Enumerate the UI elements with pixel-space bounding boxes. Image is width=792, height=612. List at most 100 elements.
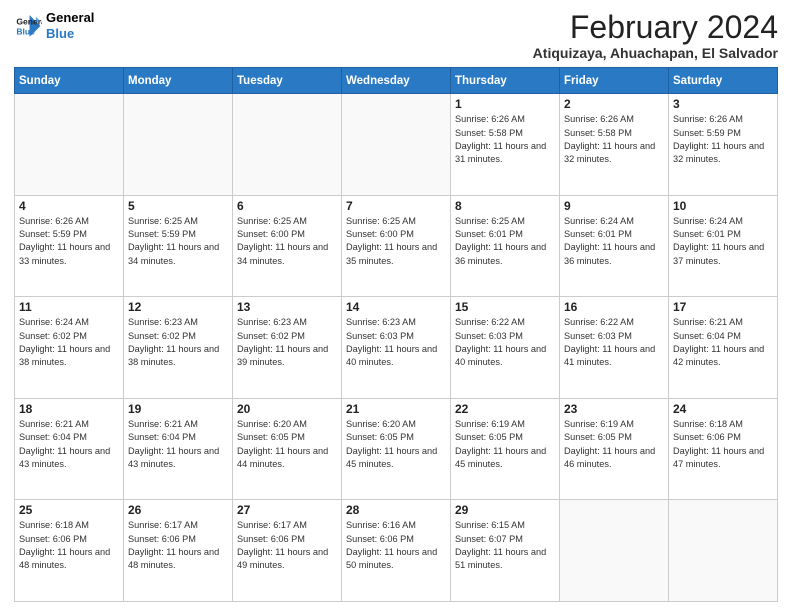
day-info: Sunrise: 6:23 AM Sunset: 6:03 PM Dayligh…	[346, 316, 446, 369]
day-number: 5	[128, 199, 228, 213]
day-info: Sunrise: 6:26 AM Sunset: 5:59 PM Dayligh…	[673, 113, 773, 166]
header-right: February 2024 Atiquizaya, Ahuachapan, El…	[533, 10, 778, 61]
calendar-header-row: SundayMondayTuesdayWednesdayThursdayFrid…	[15, 68, 778, 94]
calendar-cell: 24 Sunrise: 6:18 AM Sunset: 6:06 PM Dayli…	[669, 398, 778, 500]
calendar-cell: 17Sunrise: 6:21 AM Sunset: 6:04 PM Dayli…	[669, 297, 778, 399]
calendar-cell: 4 Sunrise: 6:26 AM Sunset: 5:59 PM Daylig…	[15, 195, 124, 297]
day-info: Sunrise: 6:17 AM Sunset: 6:06 PM Dayligh…	[237, 519, 337, 572]
calendar-header-monday: Monday	[124, 68, 233, 94]
day-info: Sunrise: 6:19 AM Sunset: 6:05 PM Dayligh…	[455, 418, 555, 471]
calendar-cell: 25 Sunrise: 6:18 AM Sunset: 6:06 PM Dayli…	[15, 500, 124, 602]
calendar-week-row: 25 Sunrise: 6:18 AM Sunset: 6:06 PM Dayli…	[15, 500, 778, 602]
calendar-header-saturday: Saturday	[669, 68, 778, 94]
calendar-cell: 11 Sunrise: 6:24 AM Sunset: 6:02 PM Dayli…	[15, 297, 124, 399]
calendar-week-row: 11 Sunrise: 6:24 AM Sunset: 6:02 PM Dayli…	[15, 297, 778, 399]
calendar-cell: 5 Sunrise: 6:25 AM Sunset: 5:59 PM Daylig…	[124, 195, 233, 297]
day-info: Sunrise: 6:15 AM Sunset: 6:07 PM Dayligh…	[455, 519, 555, 572]
day-number: 29	[455, 503, 555, 517]
logo-text: General Blue	[46, 10, 94, 41]
day-number: 22	[455, 402, 555, 416]
calendar-cell	[124, 94, 233, 196]
calendar-cell: 8Sunrise: 6:25 AM Sunset: 6:01 PM Daylig…	[451, 195, 560, 297]
calendar-cell: 2Sunrise: 6:26 AM Sunset: 5:58 PM Daylig…	[560, 94, 669, 196]
day-number: 2	[564, 97, 664, 111]
day-number: 12	[128, 300, 228, 314]
day-number: 21	[346, 402, 446, 416]
calendar-cell: 1 Sunrise: 6:26 AM Sunset: 5:58 PM Daylig…	[451, 94, 560, 196]
day-info: Sunrise: 6:21 AM Sunset: 6:04 PM Dayligh…	[19, 418, 119, 471]
logo-icon: General Blue	[14, 12, 42, 40]
day-number: 7	[346, 199, 446, 213]
day-number: 14	[346, 300, 446, 314]
day-info: Sunrise: 6:22 AM Sunset: 6:03 PM Dayligh…	[564, 316, 664, 369]
logo-line2: Blue	[46, 26, 94, 42]
calendar-cell: 22 Sunrise: 6:19 AM Sunset: 6:05 PM Dayli…	[451, 398, 560, 500]
calendar-cell: 9 Sunrise: 6:24 AM Sunset: 6:01 PM Daylig…	[560, 195, 669, 297]
calendar-week-row: 4 Sunrise: 6:26 AM Sunset: 5:59 PM Daylig…	[15, 195, 778, 297]
day-number: 13	[237, 300, 337, 314]
day-number: 1	[455, 97, 555, 111]
calendar-cell: 26 Sunrise: 6:17 AM Sunset: 6:06 PM Dayli…	[124, 500, 233, 602]
day-info: Sunrise: 6:20 AM Sunset: 6:05 PM Dayligh…	[346, 418, 446, 471]
calendar-cell: 6 Sunrise: 6:25 AM Sunset: 6:00 PM Daylig…	[233, 195, 342, 297]
calendar-cell: 21 Sunrise: 6:20 AM Sunset: 6:05 PM Dayli…	[342, 398, 451, 500]
calendar-cell: 13 Sunrise: 6:23 AM Sunset: 6:02 PM Dayli…	[233, 297, 342, 399]
calendar-cell: 23 Sunrise: 6:19 AM Sunset: 6:05 PM Dayli…	[560, 398, 669, 500]
calendar-week-row: 18Sunrise: 6:21 AM Sunset: 6:04 PM Dayli…	[15, 398, 778, 500]
day-info: Sunrise: 6:25 AM Sunset: 6:01 PM Dayligh…	[455, 215, 555, 268]
day-info: Sunrise: 6:26 AM Sunset: 5:58 PM Dayligh…	[455, 113, 555, 166]
calendar-cell: 29 Sunrise: 6:15 AM Sunset: 6:07 PM Dayli…	[451, 500, 560, 602]
day-info: Sunrise: 6:23 AM Sunset: 6:02 PM Dayligh…	[237, 316, 337, 369]
calendar-cell: 19 Sunrise: 6:21 AM Sunset: 6:04 PM Dayli…	[124, 398, 233, 500]
month-title: February 2024	[533, 10, 778, 45]
day-info: Sunrise: 6:26 AM Sunset: 5:59 PM Dayligh…	[19, 215, 119, 268]
day-number: 9	[564, 199, 664, 213]
calendar-cell: 7 Sunrise: 6:25 AM Sunset: 6:00 PM Daylig…	[342, 195, 451, 297]
calendar-cell: 12Sunrise: 6:23 AM Sunset: 6:02 PM Dayli…	[124, 297, 233, 399]
day-info: Sunrise: 6:24 AM Sunset: 6:02 PM Dayligh…	[19, 316, 119, 369]
calendar-header-thursday: Thursday	[451, 68, 560, 94]
day-info: Sunrise: 6:25 AM Sunset: 6:00 PM Dayligh…	[346, 215, 446, 268]
calendar-cell	[342, 94, 451, 196]
calendar-header-tuesday: Tuesday	[233, 68, 342, 94]
day-info: Sunrise: 6:18 AM Sunset: 6:06 PM Dayligh…	[19, 519, 119, 572]
calendar-cell	[560, 500, 669, 602]
calendar-cell	[233, 94, 342, 196]
calendar-header-wednesday: Wednesday	[342, 68, 451, 94]
day-info: Sunrise: 6:21 AM Sunset: 6:04 PM Dayligh…	[128, 418, 228, 471]
calendar-cell: 27 Sunrise: 6:17 AM Sunset: 6:06 PM Dayli…	[233, 500, 342, 602]
day-number: 11	[19, 300, 119, 314]
day-number: 17	[673, 300, 773, 314]
day-number: 4	[19, 199, 119, 213]
calendar-cell: 16 Sunrise: 6:22 AM Sunset: 6:03 PM Dayli…	[560, 297, 669, 399]
day-info: Sunrise: 6:25 AM Sunset: 6:00 PM Dayligh…	[237, 215, 337, 268]
day-number: 23	[564, 402, 664, 416]
calendar-cell: 28Sunrise: 6:16 AM Sunset: 6:06 PM Dayli…	[342, 500, 451, 602]
day-number: 26	[128, 503, 228, 517]
day-number: 25	[19, 503, 119, 517]
day-number: 10	[673, 199, 773, 213]
calendar-cell: 3 Sunrise: 6:26 AM Sunset: 5:59 PM Daylig…	[669, 94, 778, 196]
day-info: Sunrise: 6:25 AM Sunset: 5:59 PM Dayligh…	[128, 215, 228, 268]
calendar-cell	[15, 94, 124, 196]
day-number: 3	[673, 97, 773, 111]
logo: General Blue General Blue	[14, 10, 94, 41]
day-info: Sunrise: 6:17 AM Sunset: 6:06 PM Dayligh…	[128, 519, 228, 572]
calendar-table: SundayMondayTuesdayWednesdayThursdayFrid…	[14, 67, 778, 602]
calendar-week-row: 1 Sunrise: 6:26 AM Sunset: 5:58 PM Daylig…	[15, 94, 778, 196]
day-number: 16	[564, 300, 664, 314]
day-info: Sunrise: 6:16 AM Sunset: 6:06 PM Dayligh…	[346, 519, 446, 572]
calendar-cell: 10Sunrise: 6:24 AM Sunset: 6:01 PM Dayli…	[669, 195, 778, 297]
calendar-cell: 15Sunrise: 6:22 AM Sunset: 6:03 PM Dayli…	[451, 297, 560, 399]
day-info: Sunrise: 6:24 AM Sunset: 6:01 PM Dayligh…	[564, 215, 664, 268]
day-info: Sunrise: 6:19 AM Sunset: 6:05 PM Dayligh…	[564, 418, 664, 471]
calendar-cell: 20Sunrise: 6:20 AM Sunset: 6:05 PM Dayli…	[233, 398, 342, 500]
day-number: 6	[237, 199, 337, 213]
day-number: 19	[128, 402, 228, 416]
day-number: 20	[237, 402, 337, 416]
day-info: Sunrise: 6:18 AM Sunset: 6:06 PM Dayligh…	[673, 418, 773, 471]
day-number: 24	[673, 402, 773, 416]
calendar-header-sunday: Sunday	[15, 68, 124, 94]
calendar-cell: 18Sunrise: 6:21 AM Sunset: 6:04 PM Dayli…	[15, 398, 124, 500]
day-number: 27	[237, 503, 337, 517]
